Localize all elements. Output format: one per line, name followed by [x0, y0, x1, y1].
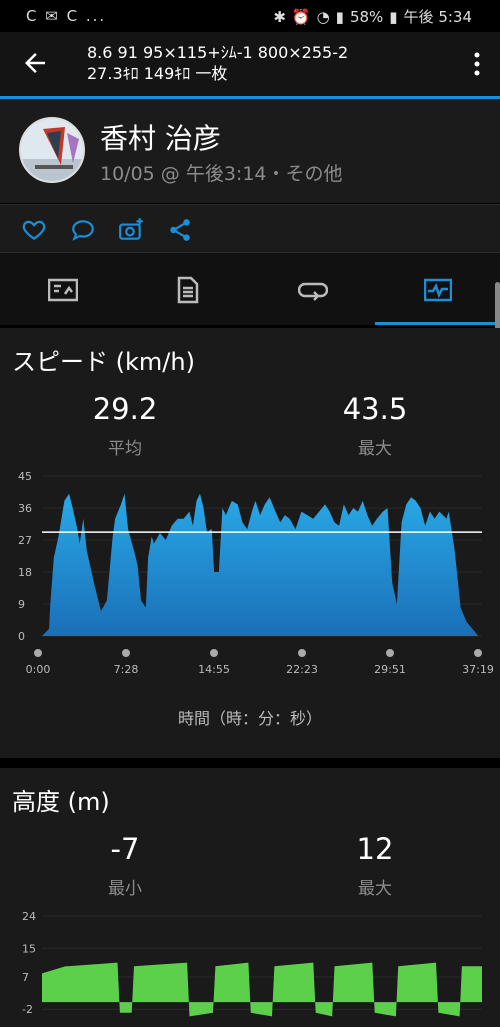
- speed-x-tick-dot: [122, 649, 130, 657]
- alarm-icon: ⏰: [291, 7, 311, 26]
- laps-loop-icon: [297, 282, 328, 301]
- activity-tabs: [0, 252, 500, 325]
- like-heart-icon[interactable]: [21, 217, 47, 243]
- altitude-y-tick-label: -2: [22, 1003, 33, 1016]
- max-speed-value: 43.5: [342, 392, 408, 426]
- altitude-y-tick-label: 15: [22, 942, 36, 955]
- tab-details[interactable]: [125, 253, 250, 326]
- battery-icon: ▮: [389, 7, 398, 26]
- speed-x-tick-label: 37:19: [462, 663, 494, 676]
- activity-title-line1: 8.6 91 95×115+ｼﾑ-1 800×255-2: [87, 43, 349, 62]
- activity-header: 香村 治彦 10/05 @ 午後3:14・その他: [0, 99, 500, 203]
- speed-x-tick-dot: [474, 649, 482, 657]
- altitude-y-tick-label: 7: [22, 971, 29, 984]
- more-options-icon[interactable]: [472, 50, 482, 78]
- speed-chart[interactable]: 0 9 18 27 36 45 0:00 7:28 14:55 22:23 29:51 37:19: [0, 458, 500, 808]
- avatar[interactable]: [19, 117, 85, 183]
- speed-title: スピード (km/h): [12, 348, 195, 376]
- speed-y-tick-label: 27: [18, 534, 32, 547]
- speed-y-tick-label: 0: [18, 630, 25, 643]
- altitude-chart[interactable]: -2 7 15 24: [0, 900, 500, 1027]
- speed-x-tick-dot: [210, 649, 218, 657]
- speed-x-tick-dot: [298, 649, 306, 657]
- activity-title-line2: 27.3ｷﾛ 149ｷﾛ 一枚: [87, 64, 228, 83]
- app-bar: 8.6 91 95×115+ｼﾑ-1 800×255-2 27.3ｷﾛ 149ｷ…: [0, 32, 500, 96]
- share-icon[interactable]: [167, 217, 193, 243]
- tab-laps[interactable]: [250, 253, 375, 326]
- status-time: 午後 5:34: [403, 8, 472, 26]
- summary-map-icon: [47, 278, 78, 301]
- tab-summary[interactable]: [0, 253, 125, 326]
- avg-speed-value: 29.2: [92, 392, 158, 426]
- min-altitude-value: -7: [110, 832, 140, 866]
- status-bar: C ✉ C ... ✱ ⏰ ◔ ▮ 58% ▮ 午後 5:34: [0, 0, 500, 32]
- signal-icon: ▮: [335, 7, 344, 26]
- charts-graph-icon: [423, 278, 452, 301]
- back-arrow-icon[interactable]: [20, 48, 50, 78]
- speed-x-tick-label: 14:55: [198, 663, 230, 676]
- activity-title: 8.6 91 95×115+ｼﾑ-1 800×255-2 27.3ｷﾛ 149ｷ…: [87, 42, 457, 84]
- max-speed-label: 最大: [358, 439, 392, 459]
- speed-x-tick-label: 29:51: [374, 663, 406, 676]
- speed-x-tick-label: 7:28: [114, 663, 139, 676]
- altitude-y-tick-label: 24: [22, 910, 36, 923]
- speed-y-tick-label: 9: [18, 598, 25, 611]
- altitude-area-series: [42, 962, 482, 1017]
- active-tab-indicator: [375, 322, 500, 325]
- battery-percent: 58%: [349, 7, 384, 26]
- speed-x-tick-dot: [34, 649, 42, 657]
- min-altitude-label: 最小: [108, 879, 142, 899]
- wifi-icon: ◔: [316, 7, 330, 26]
- speed-x-tick-label: 22:23: [286, 663, 318, 676]
- windsurf-photo: [21, 119, 83, 181]
- add-photo-icon[interactable]: [118, 217, 144, 243]
- activity-meta: 10/05 @ 午後3:14・その他: [100, 163, 343, 185]
- speed-y-tick-label: 36: [18, 502, 32, 515]
- speed-card: スピード (km/h) 29.2 平均 43.5 最大 0 9 18 27 36 45 0:…: [0, 328, 500, 758]
- speed-x-tick-dot: [386, 649, 394, 657]
- speed-y-tick-label: 18: [18, 566, 32, 579]
- speed-y-tick-label: 45: [18, 470, 32, 483]
- speed-area-series: [42, 493, 479, 636]
- altitude-title: 高度 (m): [12, 788, 110, 816]
- avg-speed-label: 平均: [108, 439, 142, 459]
- altitude-card: 高度 (m) -7 最小 12 最大 -2 7 15 24: [0, 768, 500, 1027]
- action-row: [0, 204, 500, 252]
- comment-icon[interactable]: [70, 217, 96, 243]
- status-notifications: C ✉ C ...: [26, 7, 107, 25]
- max-altitude-label: 最大: [358, 879, 392, 899]
- max-altitude-value: 12: [356, 832, 394, 866]
- tab-charts[interactable]: [375, 253, 500, 326]
- athlete-name: 香村 治彦: [100, 122, 221, 155]
- speed-x-axis-caption: 時間（時：分：秒）: [177, 709, 322, 728]
- details-document-icon: [177, 276, 198, 303]
- bluetooth-icon: ✱: [273, 7, 286, 26]
- speed-x-tick-label: 0:00: [26, 663, 51, 676]
